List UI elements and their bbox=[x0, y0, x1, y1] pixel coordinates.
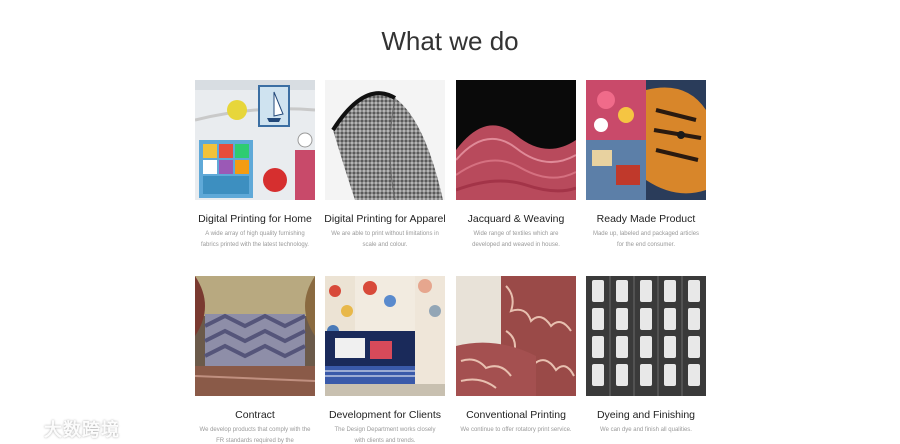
service-description: We continue to offer rotatory print serv… bbox=[460, 427, 572, 433]
service-title[interactable]: Development for Clients bbox=[310, 409, 460, 421]
service-image-dyeing[interactable] bbox=[586, 276, 706, 396]
service-title[interactable]: Digital Printing for Home bbox=[180, 213, 330, 225]
watermark: 大数跨境 bbox=[8, 416, 120, 442]
service-title[interactable]: Jacquard & Weaving bbox=[441, 213, 591, 225]
watermark-logo-icon bbox=[8, 422, 38, 440]
service-description: We can dye and finish all qualities. bbox=[600, 427, 692, 433]
service-image-ready-made[interactable] bbox=[586, 80, 706, 200]
page: What we do Digital Printing for Home A w… bbox=[0, 0, 900, 444]
watermark-text: 大数跨境 bbox=[44, 420, 121, 440]
service-card-dyeing[interactable]: Dyeing and Finishing We can dye and fini… bbox=[586, 276, 706, 436]
service-description: We develop products that comply with the… bbox=[199, 427, 311, 444]
service-title[interactable]: Contract bbox=[180, 409, 330, 421]
service-image-conventional[interactable] bbox=[456, 276, 576, 396]
service-image-development[interactable] bbox=[325, 276, 445, 396]
service-title[interactable]: Digital Printing for Apparel bbox=[310, 213, 460, 225]
service-description: We are able to print without limitations… bbox=[331, 231, 439, 248]
service-description: The Design Department works closely with… bbox=[334, 427, 436, 444]
service-description: A wide array of high quality furnishing … bbox=[201, 231, 309, 248]
service-card-contract[interactable]: Contract We develop products that comply… bbox=[195, 276, 315, 444]
service-title[interactable]: Dyeing and Finishing bbox=[571, 409, 721, 421]
service-description: Made up, labeled and packaged articles f… bbox=[592, 231, 700, 248]
service-card-ready-made[interactable]: Ready Made Product Made up, labeled and … bbox=[586, 80, 706, 251]
service-image-contract[interactable] bbox=[195, 276, 315, 396]
service-card-development[interactable]: Development for Clients The Design Depar… bbox=[325, 276, 445, 444]
service-image-digital-home[interactable] bbox=[195, 80, 315, 200]
service-card-conventional[interactable]: Conventional Printing We continue to off… bbox=[456, 276, 576, 436]
service-card-digital-apparel[interactable]: Digital Printing for Apparel We are able… bbox=[324, 80, 446, 251]
section-title: What we do bbox=[381, 26, 519, 56]
service-image-digital-apparel[interactable] bbox=[325, 80, 445, 200]
service-image-jacquard[interactable] bbox=[456, 80, 576, 200]
service-title[interactable]: Ready Made Product bbox=[571, 213, 721, 225]
service-title[interactable]: Conventional Printing bbox=[441, 409, 591, 421]
service-description: Wide range of textiles which are develop… bbox=[472, 231, 560, 248]
service-card-jacquard[interactable]: Jacquard & Weaving Wide range of textile… bbox=[456, 80, 576, 251]
service-card-digital-home[interactable]: Digital Printing for Home A wide array o… bbox=[195, 80, 315, 251]
